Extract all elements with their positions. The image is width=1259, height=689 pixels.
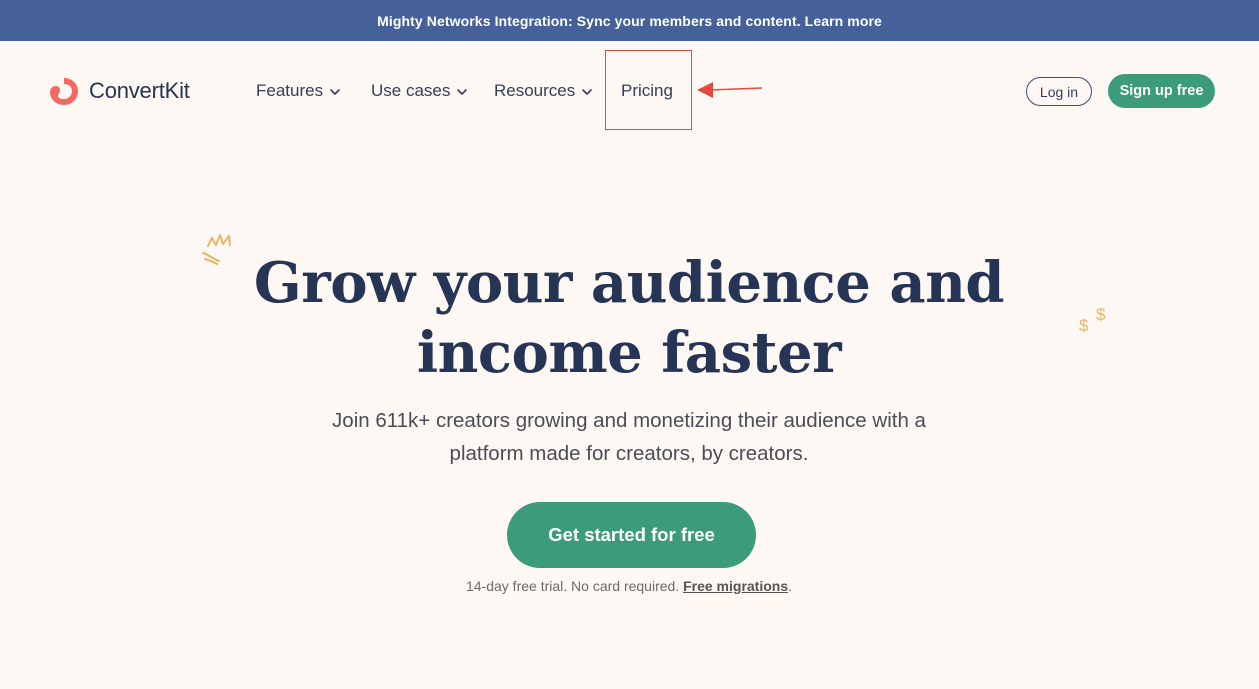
announcement-text[interactable]: Mighty Networks Integration: Sync your m…	[377, 13, 882, 29]
nav-use-cases-label: Use cases	[371, 81, 451, 100]
site-header: ConvertKit Features Use cases Resources …	[0, 41, 1259, 141]
logo-icon	[50, 78, 78, 105]
hero-subhead-line1: Join 611k+ creators growing and monetizi…	[332, 409, 926, 432]
signup-button[interactable]: Sign up free	[1108, 74, 1215, 108]
dollar-doodle-icon: $ $	[1079, 305, 1106, 335]
trial-fineprint: 14-day free trial. No card required. Fre…	[329, 578, 929, 594]
hero-headline: Grow your audience and income faster	[229, 248, 1029, 388]
nav-features[interactable]: Features	[256, 81, 341, 101]
logo-text: ConvertKit	[89, 78, 190, 103]
fineprint-text: 14-day free trial. No card required.	[465, 578, 680, 594]
free-migrations-link[interactable]: Free migrations	[683, 578, 788, 594]
hero-subhead: Join 611k+ creators growing and monetizi…	[279, 404, 979, 470]
annotation-arrow-icon	[697, 82, 763, 98]
nav-resources-label: Resources	[494, 81, 576, 100]
fineprint-period: .	[788, 578, 793, 594]
svg-text:$: $	[1096, 305, 1106, 324]
hero-headline-line1: Grow your audience and	[253, 250, 1005, 316]
chevron-down-icon	[582, 89, 593, 95]
nav-use-cases[interactable]: Use cases	[371, 81, 468, 101]
nav-resources[interactable]: Resources	[494, 81, 593, 101]
svg-text:$: $	[1079, 316, 1089, 335]
get-started-button[interactable]: Get started for free	[507, 502, 756, 568]
hero-headline-line2: income faster	[416, 320, 842, 386]
nav-features-label: Features	[256, 81, 324, 100]
announcement-bar[interactable]: Mighty Networks Integration: Sync your m…	[0, 0, 1259, 41]
chevron-down-icon	[457, 89, 468, 95]
login-button[interactable]: Log in	[1026, 77, 1092, 106]
hero-subhead-line2: platform made for creators, by creators.	[449, 442, 809, 465]
chevron-down-icon	[330, 89, 340, 95]
pricing-highlight-box	[605, 50, 692, 130]
logo-link[interactable]: ConvertKit	[48, 75, 190, 107]
